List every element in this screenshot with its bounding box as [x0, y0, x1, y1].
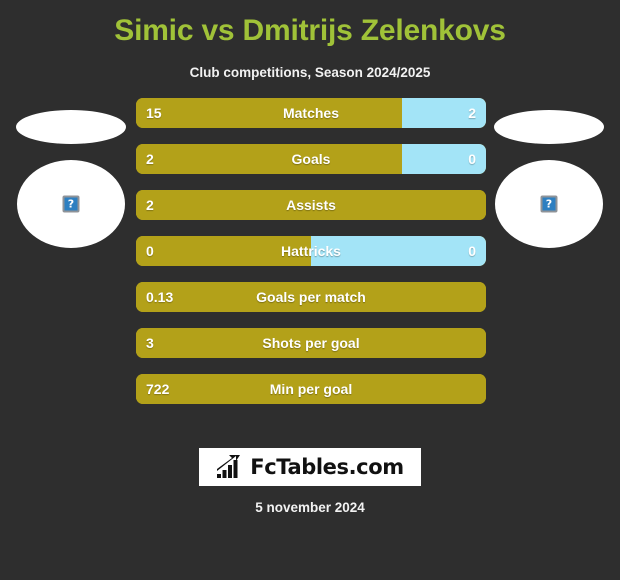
comparison-area: ? ? 15 Matches 2 2 Goals 0 2 Assists 0 Hattricks 0… [0, 98, 620, 418]
stat-row: 2 Goals 0 [136, 144, 486, 174]
player-left-shirt [16, 110, 126, 144]
footer-date: 5 november 2024 [255, 500, 365, 515]
stat-row: 2 Assists [136, 190, 486, 220]
fctables-logo-text: FcTables.com [250, 454, 404, 479]
stat-row: 3 Shots per goal [136, 328, 486, 358]
stat-row: 0.13 Goals per match [136, 282, 486, 312]
bar-chart-trend-icon [217, 455, 241, 478]
player-right-shirt [494, 110, 604, 144]
player-left: ? [6, 98, 136, 298]
player-right: ? [484, 98, 614, 298]
broken-image-icon: ? [62, 195, 80, 213]
stat-label: Assists [286, 197, 336, 213]
fctables-logo[interactable]: FcTables.com [199, 448, 421, 486]
stat-row: 0 Hattricks 0 [136, 236, 486, 266]
page-title: Simic vs Dmitrijs Zelenkovs [114, 14, 506, 47]
stat-label: Min per goal [269, 381, 353, 397]
stat-label: Goals per match [256, 289, 366, 305]
player-right-avatar: ? [495, 160, 603, 248]
broken-image-icon: ? [540, 195, 558, 213]
page-subtitle: Club competitions, Season 2024/2025 [189, 65, 431, 80]
stat-label: Shots per goal [262, 335, 360, 351]
stat-row: 15 Matches 2 [136, 98, 486, 128]
stat-label: Goals [291, 151, 331, 167]
stat-label: Matches [282, 105, 340, 121]
stat-bar-list: 15 Matches 2 2 Goals 0 2 Assists 0 Hattricks 0 0.13… [136, 98, 486, 420]
stat-label: Hattricks [281, 243, 341, 259]
stat-row: 722 Min per goal [136, 374, 486, 404]
player-left-avatar: ? [17, 160, 125, 248]
